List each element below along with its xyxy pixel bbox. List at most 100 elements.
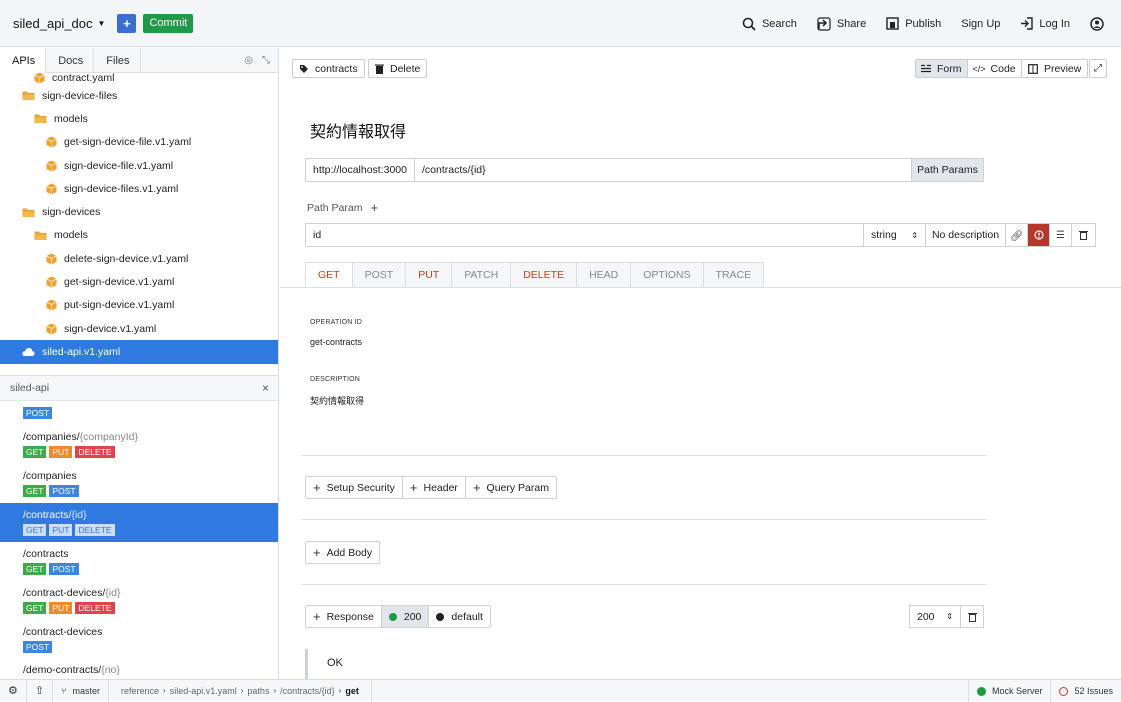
tab-method-trace[interactable]: TRACE	[703, 262, 765, 288]
path-item[interactable]: /contract-devices POST	[0, 620, 278, 659]
options-button[interactable]: ☰	[1050, 224, 1072, 246]
form-toggle[interactable]: Form	[916, 60, 968, 77]
tree-file[interactable]: put-sign-device.v1.yaml	[0, 294, 278, 317]
delete-response-button[interactable]	[961, 606, 983, 627]
sync-button[interactable]: ⇧	[27, 679, 54, 702]
tab-files[interactable]: Files	[94, 48, 141, 73]
code-icon: </>	[972, 63, 986, 74]
tab-docs[interactable]: Docs	[46, 48, 95, 73]
tab-method-head[interactable]: HEAD	[577, 262, 632, 288]
tree-folder[interactable]: models	[0, 107, 278, 130]
param-name-input[interactable]: id	[306, 224, 864, 246]
code-toggle[interactable]: </> Code	[968, 60, 1021, 77]
tab-method-options[interactable]: OPTIONS	[631, 262, 704, 288]
path-item[interactable]: /contracts/{id} GET PUT DELETE	[0, 503, 278, 542]
form-icon	[921, 64, 931, 73]
add-header-button[interactable]: + Header	[403, 477, 466, 498]
add-path-param-icon[interactable]: +	[370, 200, 378, 215]
add-response-button[interactable]: + Response	[306, 606, 382, 627]
add-query-param-button[interactable]: + Query Param	[466, 477, 556, 498]
tree-file[interactable]: sign-device-file.v1.yaml	[0, 154, 278, 177]
mock-server-button[interactable]: Mock Server	[967, 680, 1051, 702]
search-button[interactable]: Search	[742, 17, 797, 31]
tree-file[interactable]: siled-api.v1.yaml	[0, 340, 278, 364]
share-button[interactable]: Share	[817, 16, 866, 31]
tab-apis[interactable]: APIs	[0, 48, 47, 74]
commit-button[interactable]: Commit	[143, 13, 194, 33]
delete-label: Delete	[390, 62, 421, 75]
path-text: /demo-contracts/	[23, 664, 102, 676]
method-badges: GET PUT DELETE	[23, 524, 278, 536]
publish-button[interactable]: Publish	[886, 17, 941, 30]
link-button[interactable]: 🔗︎	[1006, 224, 1028, 246]
breadcrumb-item[interactable]: paths	[247, 686, 269, 696]
preview-button[interactable]: Preview	[1021, 59, 1089, 78]
delete-button[interactable]: Delete	[368, 59, 428, 78]
branch-button[interactable]: ⑂ master	[53, 679, 110, 702]
code-label: Code	[990, 62, 1016, 75]
user-menu-button[interactable]	[1090, 16, 1110, 31]
method-badge: GET	[23, 485, 47, 497]
tree-folder[interactable]: sign-devices	[0, 200, 278, 223]
path-item[interactable]: /contracts GET POST	[0, 542, 278, 581]
tree-file[interactable]: contract.yaml	[0, 73, 278, 84]
target-icon[interactable]: ◎	[244, 55, 253, 66]
divider	[302, 519, 986, 520]
tree-file[interactable]: get-sign-device.v1.yaml	[0, 270, 278, 293]
tree-file[interactable]: sign-device-files.v1.yaml	[0, 177, 278, 200]
operation-id-value[interactable]: get-contracts	[310, 337, 362, 347]
setup-security-button[interactable]: + Setup Security	[306, 477, 403, 498]
status-code-input[interactable]: 200 ⇕	[910, 606, 961, 627]
method-badge: POST	[49, 485, 79, 497]
breadcrumb-item[interactable]: reference	[121, 686, 159, 696]
tab-method-get[interactable]: GET	[305, 262, 353, 288]
top-bar: siled_api_doc ▼ + Commit Search Share Pu…	[0, 0, 1121, 47]
login-button[interactable]: Log In	[1020, 17, 1070, 30]
tab-method-delete[interactable]: DELETE	[511, 262, 578, 288]
path-item[interactable]: /contract-devices/{id} GET PUT DELETE	[0, 581, 278, 620]
method-badge: POST	[23, 407, 53, 419]
tree-folder[interactable]: sign-device-files	[0, 84, 278, 107]
breadcrumb-item[interactable]: siled-api.v1.yaml	[170, 686, 237, 696]
description-value[interactable]: 契約情報取得	[310, 394, 364, 407]
signup-button[interactable]: Sign Up	[961, 18, 1000, 30]
method-badge: POST	[23, 641, 53, 653]
required-toggle[interactable]	[1028, 224, 1050, 246]
collapse-icon[interactable]: ⤡	[262, 55, 270, 66]
tree-file[interactable]: get-sign-device-file.v1.yaml	[0, 131, 278, 154]
path-item[interactable]: /demo-contracts/{no}	[0, 659, 278, 679]
add-button[interactable]: +	[117, 13, 137, 33]
path-input[interactable]: /contracts/{id}	[415, 159, 911, 181]
tree-file[interactable]: delete-sign-device.v1.yaml	[0, 247, 278, 270]
chevron-right-icon: ›	[338, 686, 342, 695]
issues-button[interactable]: 52 Issues	[1050, 680, 1121, 702]
path-text: /contracts/	[23, 509, 72, 521]
path-item[interactable]: /companies GET POST	[0, 464, 278, 503]
response-default-tab[interactable]: default	[429, 606, 490, 627]
tab-method-post[interactable]: POST	[352, 262, 407, 288]
breadcrumb-item[interactable]: /contracts/{id}	[280, 686, 335, 696]
breadcrumb-item[interactable]: get	[345, 686, 359, 696]
server-select[interactable]: http://localhost:3000	[306, 159, 415, 181]
list-item[interactable]: POST	[0, 401, 278, 425]
settings-button[interactable]: ⚙	[0, 679, 27, 702]
path-item[interactable]: /companies/{companyId} GET PUT DELETE	[0, 425, 278, 464]
response-description[interactable]: OK	[327, 657, 343, 669]
tab-method-patch[interactable]: PATCH	[452, 262, 512, 288]
add-body-button[interactable]: + Add Body	[306, 542, 379, 563]
param-description[interactable]: No description	[926, 224, 1006, 246]
tree-file[interactable]: sign-device.v1.yaml	[0, 317, 278, 340]
path-params-button[interactable]: Path Params	[911, 159, 983, 181]
tab-method-put[interactable]: PUT	[406, 262, 453, 288]
tree-folder[interactable]: models	[0, 224, 278, 247]
tag-button[interactable]: contracts	[292, 59, 365, 78]
close-icon[interactable]: ×	[262, 381, 269, 395]
project-switcher[interactable]: siled_api_doc ▼	[13, 16, 105, 31]
fullscreen-button[interactable]: ⤢	[1089, 59, 1107, 78]
response-200-tab[interactable]: 200	[381, 606, 430, 627]
status-bar: ⚙ ⇧ ⑂ master reference › siled-api.v1.yaml…	[0, 679, 1121, 702]
trash-icon	[375, 64, 384, 74]
tree-item-label: sign-devices	[42, 206, 101, 219]
delete-param-button[interactable]	[1072, 224, 1094, 246]
param-type-select[interactable]: string ⇕	[864, 224, 926, 246]
